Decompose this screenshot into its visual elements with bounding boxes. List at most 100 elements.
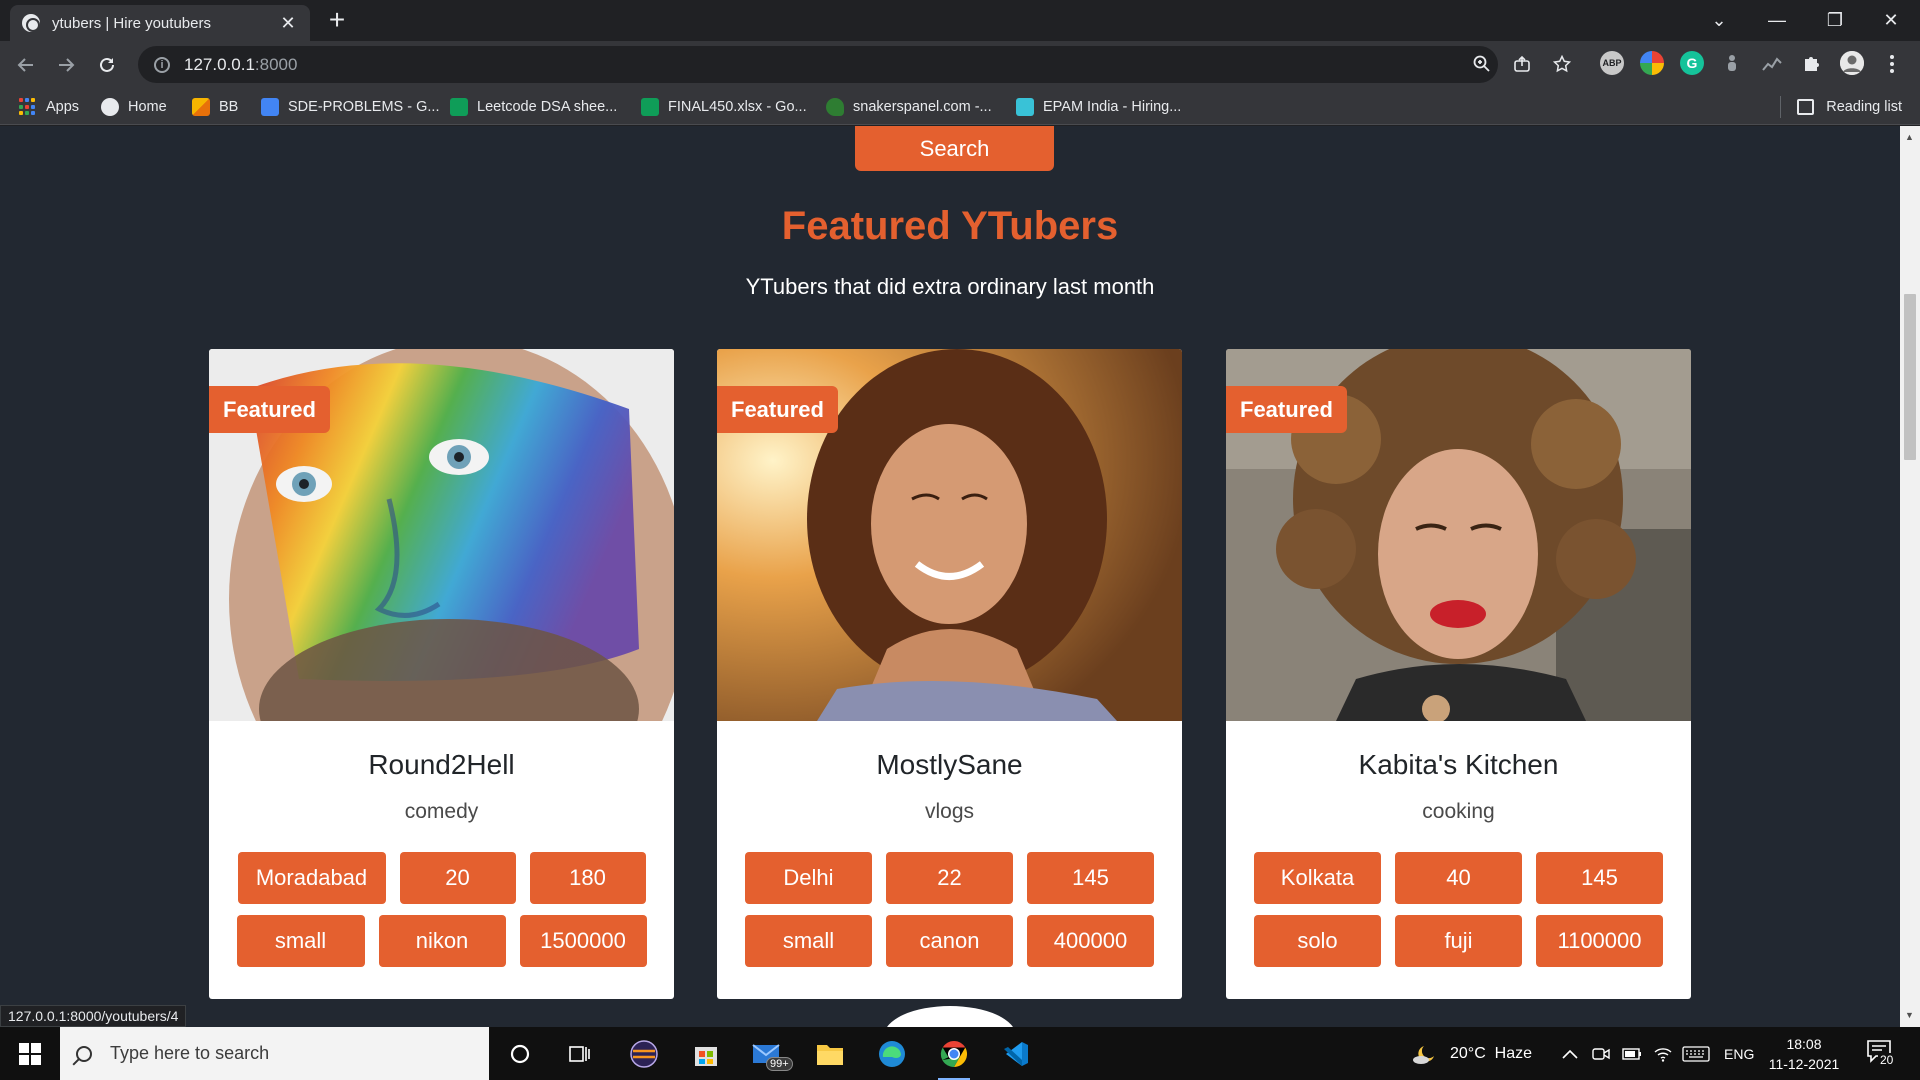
reading-list-icon (1797, 99, 1815, 115)
search-placeholder: Type here to search (110, 1043, 270, 1063)
city-tag[interactable]: Kolkata (1254, 852, 1381, 904)
search-button[interactable]: Search (855, 126, 1054, 171)
store-app-icon[interactable] (686, 1035, 726, 1073)
price-tag[interactable]: 400000 (1027, 915, 1154, 967)
profile-avatar[interactable] (1840, 51, 1864, 75)
price-tag[interactable]: 1500000 (519, 915, 647, 967)
reading-list-button[interactable]: Reading list (1780, 96, 1902, 118)
scroll-up-arrow-icon[interactable]: ▲ (1905, 132, 1914, 142)
youtuber-card[interactable]: Featured Kabita's Kitchen cooking Kolkat… (1226, 349, 1691, 999)
tag-row: small nikon 1500000 (209, 915, 674, 967)
bookmark-label: EPAM India - Hiring... (1043, 99, 1182, 115)
scrollbar-thumb[interactable] (1904, 294, 1916, 460)
bookmark-label: Leetcode DSA shee... (477, 99, 618, 115)
start-button[interactable] (0, 1027, 60, 1080)
browser-tab[interactable]: ytubers | Hire youtubers ✕ (10, 5, 310, 41)
extension-person-icon[interactable] (1720, 51, 1744, 75)
browser-menu-icon[interactable] (1878, 50, 1906, 78)
adblock-extension-icon[interactable]: ABP (1600, 51, 1624, 75)
file-explorer-icon[interactable] (810, 1035, 850, 1073)
windows-taskbar: Type here to search 99+ 20°C Haze ENG 18… (0, 1027, 1920, 1080)
battery-icon[interactable] (1622, 1027, 1642, 1080)
bookmark-final450[interactable]: FINAL450.xlsx - Go... (641, 96, 807, 118)
city-tag[interactable]: Delhi (745, 852, 872, 904)
taskbar-search-box[interactable]: Type here to search (60, 1027, 489, 1080)
site-info-icon[interactable]: i (154, 56, 170, 73)
youtuber-name: Round2Hell (368, 749, 515, 780)
camera-tag[interactable]: nikon (378, 915, 506, 967)
age-tag[interactable]: 20 (399, 852, 516, 904)
clock[interactable]: 18:08 11-12-2021 (1764, 1034, 1844, 1074)
forward-button[interactable] (50, 49, 82, 81)
height-tag[interactable]: 180 (529, 852, 646, 904)
tab-search-icon[interactable]: ⌄ (1690, 0, 1748, 41)
scroll-down-arrow-icon[interactable]: ▼ (1905, 1010, 1914, 1020)
wifi-icon[interactable] (1654, 1027, 1672, 1080)
mail-app-icon[interactable]: 99+ (748, 1035, 793, 1073)
bookmark-label: BB (219, 99, 239, 115)
page-content: Search Featured YTubers YTubers that did… (0, 126, 1900, 1027)
chrome-browser-icon[interactable] (934, 1035, 974, 1080)
height-tag[interactable]: 145 (1536, 852, 1663, 904)
crew-tag[interactable]: small (745, 915, 872, 967)
youtuber-category: vlogs (924, 800, 975, 823)
moon-cloud-icon (1413, 1045, 1434, 1064)
language-indicator[interactable]: ENG (1724, 1027, 1754, 1080)
camera-tag[interactable]: fuji (1395, 915, 1522, 967)
bookmarks-bar: Apps Home BB SDE-PROBLEMS - G... Leetcod… (0, 88, 1920, 125)
share-icon[interactable] (1508, 50, 1536, 78)
weather-widget[interactable]: 20°C Haze (1412, 1027, 1532, 1080)
show-hidden-icons-button[interactable] (1562, 1027, 1578, 1080)
age-tag[interactable]: 40 (1395, 852, 1522, 904)
youtuber-card[interactable]: Featured MostlySane vlogs Delhi 22 145 s… (717, 349, 1182, 999)
bookmark-home[interactable]: Home (101, 96, 167, 118)
page-scrollbar[interactable]: ▲ ▼ (1900, 126, 1920, 1027)
new-tab-button[interactable]: + (322, 6, 352, 36)
back-button[interactable] (10, 49, 42, 81)
address-bar[interactable]: i 127.0.0.1 :8000 (138, 46, 1498, 83)
bookmark-snakerspanel[interactable]: snakerspanel.com -... (826, 96, 992, 118)
bookmark-star-icon[interactable] (1548, 50, 1576, 78)
keyboard-icon[interactable] (1682, 1027, 1710, 1080)
bookmark-apps[interactable]: Apps (19, 96, 79, 118)
sheets-icon (641, 98, 659, 116)
close-tab-icon[interactable]: ✕ (278, 13, 298, 34)
notification-center-button[interactable]: 20 (1866, 1039, 1896, 1069)
stats-extension-icon[interactable] (1760, 51, 1784, 75)
tag-row: Kolkata 40 145 (1226, 852, 1691, 904)
mail-badge: 99+ (766, 1057, 793, 1071)
price-tag[interactable]: 1100000 (1536, 915, 1663, 967)
cortana-icon[interactable] (500, 1035, 540, 1073)
pencil-icon (192, 98, 210, 116)
task-view-icon[interactable] (560, 1035, 600, 1073)
floating-action-button[interactable] (884, 1006, 1016, 1027)
age-tag[interactable]: 22 (886, 852, 1013, 904)
city-tag[interactable]: Moradabad (237, 852, 386, 904)
extensions-puzzle-icon[interactable] (1800, 51, 1824, 75)
bookmark-sde-problems[interactable]: SDE-PROBLEMS - G... (261, 96, 439, 118)
height-tag[interactable]: 145 (1027, 852, 1154, 904)
color-picker-extension-icon[interactable] (1640, 51, 1664, 75)
featured-badge: Featured (209, 386, 330, 433)
youtuber-card[interactable]: Featured Round2Hell comedy Moradabad 20 … (209, 349, 674, 999)
reload-button[interactable] (91, 49, 123, 81)
vscode-app-icon[interactable] (996, 1035, 1036, 1073)
tab-strip: ytubers | Hire youtubers ✕ + ⌄ — ❐ ✕ (0, 0, 1920, 41)
bookmark-bb[interactable]: BB (192, 96, 238, 118)
meet-now-icon[interactable] (1592, 1027, 1610, 1080)
grammarly-extension-icon[interactable]: G (1680, 51, 1704, 75)
minimize-button[interactable]: — (1748, 0, 1806, 41)
zoom-icon[interactable] (1468, 50, 1496, 78)
eclipse-app-icon[interactable] (624, 1035, 664, 1073)
bookmark-epam[interactable]: EPAM India - Hiring... (1016, 96, 1181, 118)
bookmark-leetcode-dsa[interactable]: Leetcode DSA shee... (450, 96, 617, 118)
section-title: Featured YTubers (781, 204, 1119, 248)
divider (1780, 96, 1782, 118)
restore-button[interactable]: ❐ (1806, 0, 1864, 41)
close-window-button[interactable]: ✕ (1862, 0, 1920, 41)
camera-tag[interactable]: canon (886, 915, 1013, 967)
crew-tag[interactable]: small (236, 915, 365, 967)
edge-browser-icon[interactable] (872, 1035, 912, 1073)
youtuber-category: comedy (404, 800, 479, 823)
crew-tag[interactable]: solo (1254, 915, 1381, 967)
